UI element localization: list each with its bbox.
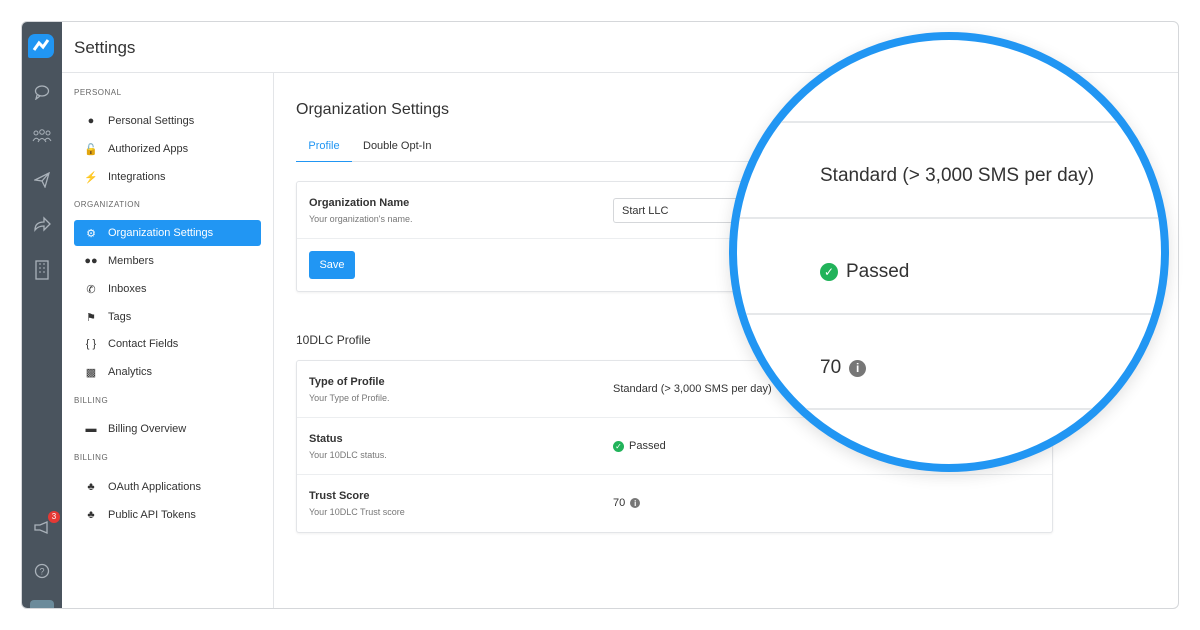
help-icon[interactable]: ? [30,559,54,583]
10dlc-heading: 10DLC Profile [296,333,371,347]
nav-item-public-api-tokens[interactable]: ♣ Public API Tokens [74,502,261,528]
forward-icon[interactable] [30,212,54,236]
icon-rail: 3 ? [22,22,62,608]
nav-item-oauth-applications[interactable]: ♣ OAuth Applications [74,474,261,500]
credit-card-icon: ▬ [85,423,97,435]
chat-icon[interactable] [30,80,54,104]
save-button[interactable]: Save [309,251,355,279]
divider [737,313,1161,315]
info-icon: i [849,359,867,377]
field-label: Status [309,433,343,445]
unlock-icon: 🔓 [84,143,98,156]
divider [737,121,1161,123]
nav-item-authorized-apps[interactable]: 🔓 Authorized Apps [74,136,261,162]
tab-double-opt-in[interactable]: Double Opt-In [363,140,431,152]
field-label: Type of Profile [309,376,385,388]
divider [737,217,1161,219]
field-description: Your organization's name. [309,214,413,224]
nav-item-analytics[interactable]: ▩ Analytics [74,359,261,385]
plug-icon: ⚡ [84,171,98,184]
megaphone-icon[interactable]: 3 [30,511,60,540]
users-icon: ●● [84,255,98,267]
phone-icon: ✆ [86,283,96,296]
field-description: Your Type of Profile. [309,393,390,403]
chart-icon: ▩ [85,366,97,379]
field-label: Organization Name [309,197,410,209]
nav-item-members[interactable]: ●● Members [74,248,261,274]
notification-badge: 3 [48,511,60,523]
field-description: Your 10DLC status. [309,450,387,460]
nav-item-billing-overview[interactable]: ▬ Billing Overview [74,416,261,442]
settings-nav: PERSONAL ● Personal Settings 🔓 Authorized … [62,73,274,608]
avatar[interactable] [30,600,54,608]
cubes-icon: ♣ [87,509,95,521]
section-title: Organization Settings [296,101,449,118]
page-title: Settings [74,38,136,57]
contacts-icon[interactable] [30,124,54,148]
nav-item-integrations[interactable]: ⚡ Integrations [74,164,261,190]
send-icon[interactable] [30,168,54,192]
trust-score-value: 70 [613,497,626,509]
svg-text:?: ? [39,567,44,577]
info-icon[interactable]: i [630,498,641,508]
nav-section-billing: BILLING [74,396,109,405]
divider [737,408,1161,410]
nav-item-tags[interactable]: ⚑ Tags [74,304,261,330]
tags-icon: ⚑ [86,311,96,324]
profile-type-value: Standard (> 3,000 SMS per day) [613,383,772,395]
nav-section-billing-2: BILLING [74,453,109,462]
magnified-profile-type: Standard (> 3,000 SMS per day) [820,165,1095,186]
tab-profile[interactable]: Profile [296,140,352,162]
field-label: Trust Score [309,490,370,502]
nav-section-organization: ORGANIZATION [74,200,141,209]
nav-section-personal: PERSONAL [74,88,122,97]
nav-item-organization-settings[interactable]: ⚙ Organization Settings [74,220,261,246]
user-icon: ● [87,115,95,127]
nav-item-personal-settings[interactable]: ● Personal Settings [74,108,261,134]
check-circle-icon: ✓ [820,263,838,281]
check-circle-icon: ✓ [613,440,624,452]
magnified-status: Passed [846,261,910,282]
trust-score-row: Trust Score Your 10DLC Trust score 70 i [297,475,1052,532]
logo-icon[interactable] [28,34,54,58]
braces-icon: { } [85,338,97,350]
field-description: Your 10DLC Trust score [309,507,405,517]
nav-item-inboxes[interactable]: ✆ Inboxes [74,276,261,302]
gear-icon: ⚙ [86,227,96,240]
magnified-trust-score: 70 [820,357,842,378]
building-icon[interactable] [30,258,54,282]
status-value: Passed [629,440,666,452]
cubes-icon: ♣ [87,481,95,493]
magnifier-callout: Standard (> 3,000 SMS per day) ✓ Passed 7… [729,32,1169,472]
nav-item-contact-fields[interactable]: { } Contact Fields [74,331,261,357]
